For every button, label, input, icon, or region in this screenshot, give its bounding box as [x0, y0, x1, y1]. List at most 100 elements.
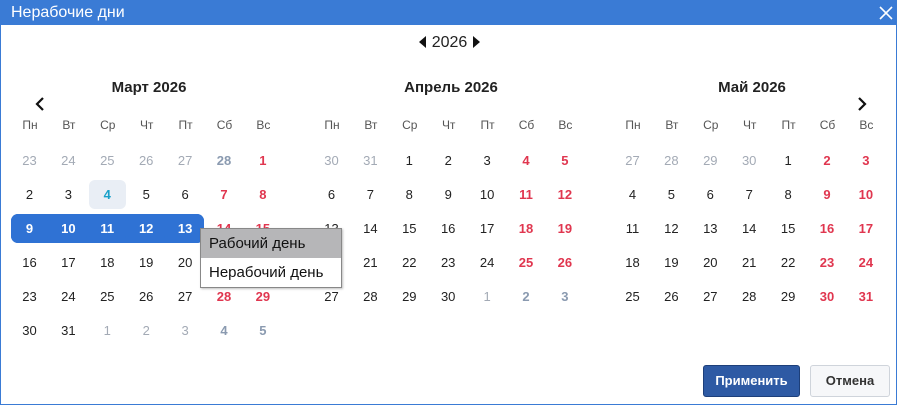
day-cell[interactable]: 23 [11, 146, 48, 175]
day-cell[interactable]: 4 [614, 180, 651, 209]
day-cell[interactable]: 23 [430, 248, 467, 277]
day-cell[interactable]: 20 [167, 248, 204, 277]
day-cell[interactable]: 17 [847, 214, 884, 243]
day-cell[interactable]: 27 [614, 146, 651, 175]
day-cell[interactable]: 30 [809, 282, 846, 311]
day-cell[interactable]: 25 [508, 248, 545, 277]
day-cell[interactable]: 9 [11, 214, 48, 243]
day-cell[interactable]: 23 [809, 248, 846, 277]
day-cell[interactable]: 2 [128, 316, 165, 345]
day-cell[interactable]: 25 [89, 282, 126, 311]
day-cell[interactable]: 4 [206, 316, 243, 345]
day-cell[interactable]: 29 [391, 282, 428, 311]
day-cell[interactable]: 22 [391, 248, 428, 277]
day-cell[interactable]: 30 [313, 146, 350, 175]
day-cell[interactable]: 2 [809, 146, 846, 175]
day-cell[interactable]: 4 [88, 180, 126, 209]
day-cell[interactable]: 14 [352, 214, 389, 243]
day-cell[interactable]: 2 [508, 282, 545, 311]
day-cell[interactable]: 23 [11, 282, 48, 311]
day-cell[interactable]: 27 [692, 282, 729, 311]
day-cell[interactable]: 3 [167, 316, 204, 345]
day-cell[interactable]: 3 [546, 282, 583, 311]
day-cell[interactable]: 30 [731, 146, 768, 175]
day-cell[interactable]: 29 [770, 282, 807, 311]
day-cell[interactable]: 21 [352, 248, 389, 277]
day-cell[interactable]: 16 [809, 214, 846, 243]
day-cell[interactable]: 28 [206, 146, 243, 175]
day-cell[interactable]: 10 [469, 180, 506, 209]
day-cell[interactable]: 5 [244, 316, 281, 345]
day-cell[interactable]: 10 [847, 180, 884, 209]
day-cell[interactable]: 1 [244, 146, 281, 175]
day-cell[interactable]: 1 [469, 282, 506, 311]
day-cell[interactable]: 6 [692, 180, 729, 209]
day-cell[interactable]: 27 [167, 282, 204, 311]
day-cell[interactable]: 11 [614, 214, 651, 243]
day-cell[interactable]: 16 [430, 214, 467, 243]
day-cell[interactable]: 1 [89, 316, 126, 345]
day-cell[interactable]: 28 [731, 282, 768, 311]
day-cell[interactable]: 15 [391, 214, 428, 243]
day-cell[interactable]: 31 [352, 146, 389, 175]
day-cell[interactable]: 26 [128, 146, 165, 175]
day-cell[interactable]: 6 [313, 180, 350, 209]
day-cell[interactable]: 10 [49, 214, 87, 243]
day-cell[interactable]: 14 [731, 214, 768, 243]
day-cell[interactable]: 31 [847, 282, 884, 311]
cancel-button[interactable]: Отмена [810, 365, 890, 397]
day-cell[interactable]: 25 [614, 282, 651, 311]
day-cell[interactable]: 3 [847, 146, 884, 175]
day-cell[interactable]: 27 [167, 146, 204, 175]
day-cell[interactable]: 12 [127, 214, 165, 243]
day-cell[interactable]: 8 [770, 180, 807, 209]
day-cell[interactable]: 30 [430, 282, 467, 311]
day-cell[interactable]: 18 [89, 248, 126, 277]
day-cell[interactable]: 3 [469, 146, 506, 175]
day-cell[interactable]: 11 [508, 180, 545, 209]
day-cell[interactable]: 2 [11, 180, 48, 209]
day-cell[interactable]: 7 [206, 180, 243, 209]
day-cell[interactable]: 28 [653, 146, 690, 175]
day-cell[interactable]: 19 [546, 214, 583, 243]
context-menu-working-day[interactable]: Рабочий день [201, 229, 341, 258]
day-cell[interactable]: 24 [847, 248, 884, 277]
day-cell[interactable]: 21 [731, 248, 768, 277]
day-cell[interactable]: 24 [50, 282, 87, 311]
day-cell[interactable]: 17 [469, 214, 506, 243]
day-cell[interactable]: 26 [128, 282, 165, 311]
day-cell[interactable]: 13 [166, 214, 204, 243]
day-cell[interactable]: 3 [50, 180, 87, 209]
day-cell[interactable]: 31 [50, 316, 87, 345]
day-cell[interactable]: 5 [546, 146, 583, 175]
day-cell[interactable]: 4 [508, 146, 545, 175]
day-cell[interactable]: 6 [167, 180, 204, 209]
next-year-arrow-icon[interactable] [473, 35, 481, 48]
day-cell[interactable]: 18 [614, 248, 651, 277]
day-cell[interactable]: 1 [770, 146, 807, 175]
day-cell[interactable]: 11 [88, 214, 126, 243]
day-cell[interactable]: 5 [128, 180, 165, 209]
day-cell[interactable]: 15 [770, 214, 807, 243]
day-cell[interactable]: 24 [50, 146, 87, 175]
day-cell[interactable]: 18 [508, 214, 545, 243]
day-cell[interactable]: 12 [653, 214, 690, 243]
day-cell[interactable]: 9 [809, 180, 846, 209]
day-cell[interactable]: 17 [50, 248, 87, 277]
day-cell[interactable]: 5 [653, 180, 690, 209]
day-cell[interactable]: 13 [692, 214, 729, 243]
day-cell[interactable]: 2 [430, 146, 467, 175]
day-cell[interactable]: 20 [692, 248, 729, 277]
next-month-chevron-icon[interactable] [853, 96, 869, 112]
close-icon[interactable] [874, 1, 897, 25]
day-cell[interactable]: 19 [653, 248, 690, 277]
day-cell[interactable]: 29 [692, 146, 729, 175]
context-menu-non-working-day[interactable]: Нерабочий день [201, 258, 341, 287]
previous-month-chevron-icon[interactable] [33, 96, 49, 112]
day-cell[interactable]: 24 [469, 248, 506, 277]
day-cell[interactable]: 1 [391, 146, 428, 175]
day-cell[interactable]: 25 [89, 146, 126, 175]
day-cell[interactable]: 7 [731, 180, 768, 209]
day-cell[interactable]: 22 [770, 248, 807, 277]
day-cell[interactable]: 7 [352, 180, 389, 209]
